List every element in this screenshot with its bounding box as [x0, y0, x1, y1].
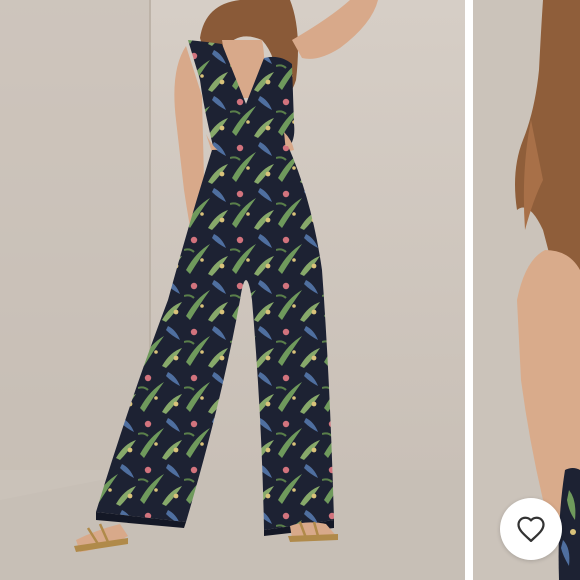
product-image-carousel[interactable]: [0, 0, 580, 580]
jumpsuit-model-photo: [0, 0, 465, 580]
favorite-button[interactable]: [500, 498, 562, 560]
jumpsuit-detail-photo: [473, 0, 580, 580]
product-photo-main[interactable]: [0, 0, 465, 580]
heart-icon: [517, 516, 545, 542]
product-photo-next-peek[interactable]: [473, 0, 580, 580]
slide-gutter: [465, 0, 473, 580]
